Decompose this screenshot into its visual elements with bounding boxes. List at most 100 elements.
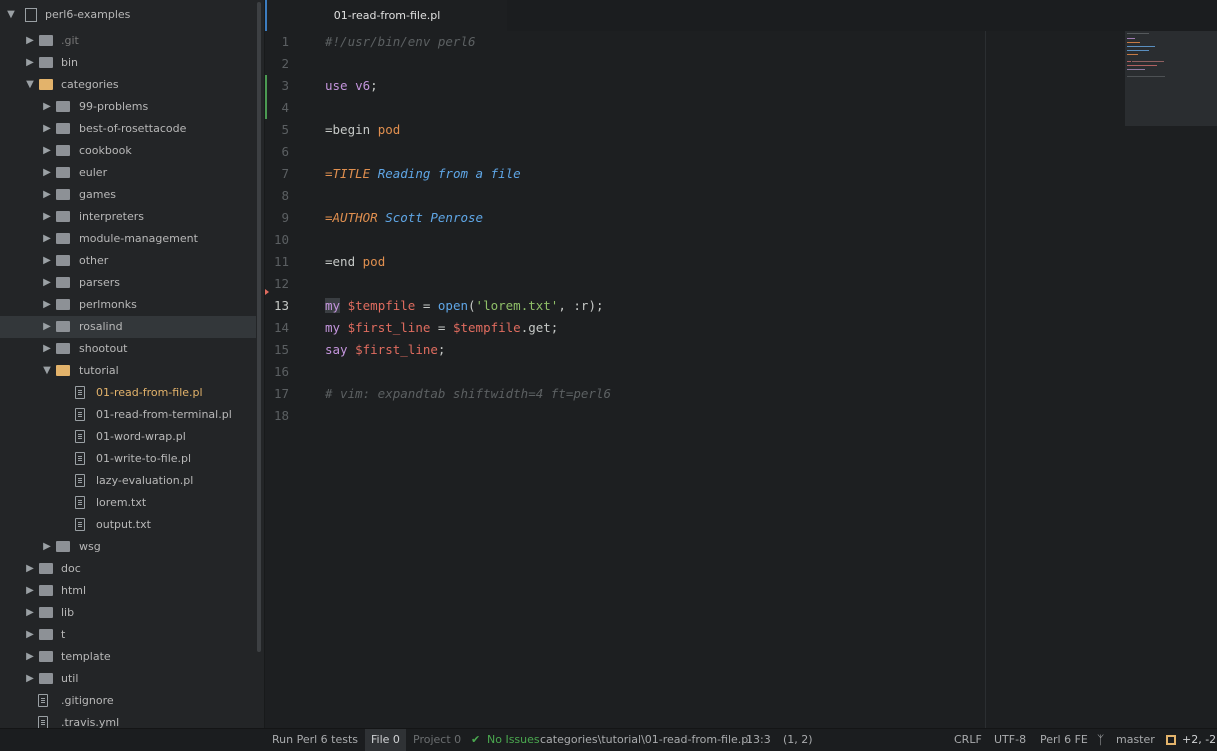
tree-folder-wsg[interactable]: ▶ wsg [0, 536, 256, 558]
code-line[interactable]: use v6; [325, 75, 378, 97]
tree-folder-interpreters[interactable]: ▶ interpreters [0, 206, 256, 228]
chevron-right-icon[interactable]: ▶ [25, 52, 35, 74]
tree-file-lazy-evaluation-pl[interactable]: lazy-evaluation.pl [0, 470, 256, 492]
no-issues-status[interactable]: No Issues [487, 729, 540, 751]
code-token: , :r); [558, 298, 604, 313]
code-token: pod [362, 254, 386, 269]
chevron-right-icon[interactable]: ▶ [42, 96, 52, 118]
project-root-label: perl6-examples [45, 8, 131, 21]
cursor-position[interactable]: 13:3 [746, 729, 771, 751]
tree-file-01-read-from-terminal-pl[interactable]: 01-read-from-terminal.pl [0, 404, 256, 426]
tree-folder-best-of-rosettacode[interactable]: ▶ best-of-rosettacode [0, 118, 256, 140]
chevron-right-icon[interactable]: ▶ [25, 558, 35, 580]
chevron-right-icon[interactable]: ▶ [25, 624, 35, 646]
git-diff-icon [1166, 735, 1176, 745]
code-line[interactable]: my $tempfile = open('lorem.txt', :r); [325, 295, 604, 317]
chevron-right-icon[interactable]: ▶ [42, 118, 52, 140]
line-ending[interactable]: CRLF [954, 729, 982, 751]
chevron-right-icon[interactable]: ▶ [42, 272, 52, 294]
tree-file-output-txt[interactable]: output.txt [0, 514, 256, 536]
tree-folder-categories[interactable]: ▼ categories [0, 74, 256, 96]
chevron-down-icon[interactable]: ▼ [25, 74, 35, 96]
tree-file-01-read-from-file-pl[interactable]: 01-read-from-file.pl [0, 382, 256, 404]
tree-item-label: 01-write-to-file.pl [96, 452, 192, 465]
tree-folder-perlmonks[interactable]: ▶ perlmonks [0, 294, 256, 316]
tree-folder-html[interactable]: ▶ html [0, 580, 256, 602]
project-root[interactable]: ▼ perl6-examples [0, 4, 256, 26]
code-line[interactable]: my $first_line = $tempfile.get; [325, 317, 558, 339]
folder-icon [39, 607, 53, 618]
tree-folder-module-management[interactable]: ▶ module-management [0, 228, 256, 250]
code-line[interactable]: =begin pod [325, 119, 400, 141]
chevron-right-icon[interactable]: ▶ [42, 206, 52, 228]
chevron-right-icon[interactable]: ▶ [42, 162, 52, 184]
tree-folder-other[interactable]: ▶ other [0, 250, 256, 272]
folder-icon [56, 299, 70, 310]
code-line[interactable]: =TITLE Reading from a file [325, 163, 521, 185]
tree-file-gitignore[interactable]: .gitignore [0, 690, 256, 712]
tree-folder-rosalind[interactable]: ▶ rosalind [0, 316, 256, 338]
chevron-right-icon[interactable]: ▶ [42, 140, 52, 162]
selection-count[interactable]: (1, 2) [783, 729, 813, 751]
tree-folder-bin[interactable]: ▶ bin [0, 52, 256, 74]
tree-folder-cookbook[interactable]: ▶ cookbook [0, 140, 256, 162]
chevron-right-icon[interactable]: ▶ [25, 668, 35, 690]
tree-file-travis-yml[interactable]: .travis.yml [0, 712, 256, 728]
tree-folder-games[interactable]: ▶ games [0, 184, 256, 206]
tree-folder-euler[interactable]: ▶ euler [0, 162, 256, 184]
folder-icon [39, 585, 53, 596]
sidebar-scrollbar[interactable] [257, 2, 261, 652]
chevron-right-icon[interactable]: ▶ [25, 30, 35, 52]
chevron-right-icon[interactable]: ▶ [42, 250, 52, 272]
tab-01-read-from-file[interactable]: 01-read-from-file.pl [265, 0, 507, 31]
tree-item-label: categories [61, 78, 119, 91]
git-branch[interactable]: master [1116, 729, 1155, 751]
folder-icon [39, 629, 53, 640]
run-tests-button[interactable]: Run Perl 6 tests [272, 729, 358, 751]
chevron-right-icon[interactable]: ▶ [25, 646, 35, 668]
tree-file-lorem-txt[interactable]: lorem.txt [0, 492, 256, 514]
tree-folder-template[interactable]: ▶ template [0, 646, 256, 668]
chevron-right-icon[interactable]: ▶ [25, 580, 35, 602]
code-line[interactable]: #!/usr/bin/env perl6 [325, 31, 476, 53]
chevron-right-icon[interactable]: ▶ [42, 228, 52, 250]
grammar[interactable]: Perl 6 FE [1040, 729, 1088, 751]
code-line[interactable]: =AUTHOR Scott Penrose [325, 207, 483, 229]
chevron-right-icon[interactable]: ▶ [42, 536, 52, 558]
tree-folder-doc[interactable]: ▶ doc [0, 558, 256, 580]
code-line[interactable]: say $first_line; [325, 339, 445, 361]
code-line[interactable]: =end pod [325, 251, 385, 273]
tree-folder-git[interactable]: ▶ .git [0, 30, 256, 52]
chevron-right-icon[interactable]: ▶ [42, 294, 52, 316]
tree-folder-tutorial[interactable]: ▼ tutorial [0, 360, 256, 382]
tree-folder-util[interactable]: ▶ util [0, 668, 256, 690]
chevron-right-icon[interactable]: ▶ [42, 316, 52, 338]
encoding[interactable]: UTF-8 [994, 729, 1026, 751]
tree-folder-lib[interactable]: ▶ lib [0, 602, 256, 624]
chevron-down-icon[interactable]: ▼ [6, 4, 16, 26]
file-path[interactable]: categories\tutorial\01-read-from-file.pl [540, 729, 751, 751]
chevron-down-icon[interactable]: ▼ [42, 360, 52, 382]
folder-icon [56, 101, 70, 112]
tree-folder-shootout[interactable]: ▶ shootout [0, 338, 256, 360]
git-changes[interactable]: +2, -2 [1182, 729, 1216, 751]
chevron-right-icon[interactable]: ▶ [25, 602, 35, 624]
line-number: 1 [281, 34, 289, 49]
file-issues-button[interactable]: File 0 [365, 729, 406, 751]
minimap[interactable] [1125, 31, 1217, 126]
tree-folder-t[interactable]: ▶ t [0, 624, 256, 646]
tree-folder-parsers[interactable]: ▶ parsers [0, 272, 256, 294]
project-issues-button[interactable]: Project 0 [413, 729, 461, 751]
tree-file-01-write-to-file-pl[interactable]: 01-write-to-file.pl [0, 448, 256, 470]
chevron-right-icon[interactable]: ▶ [42, 338, 52, 360]
code-token: ( [468, 298, 476, 313]
folder-icon [56, 145, 70, 156]
chevron-right-icon[interactable]: ▶ [42, 184, 52, 206]
tree-file-01-word-wrap-pl[interactable]: 01-word-wrap.pl [0, 426, 256, 448]
file-icon [75, 386, 85, 399]
code-editor[interactable]: 1 2 3 4 5 6 7 8 9 10 11 12 13 14 15 16 17 18 #!/usr/bin/e… [265, 31, 1217, 728]
code-line[interactable]: # vim: expandtab shiftwidth=4 ft=perl6 [325, 383, 611, 405]
tree-item-label: template [61, 650, 111, 663]
tree-folder-99-problems[interactable]: ▶ 99-problems [0, 96, 256, 118]
